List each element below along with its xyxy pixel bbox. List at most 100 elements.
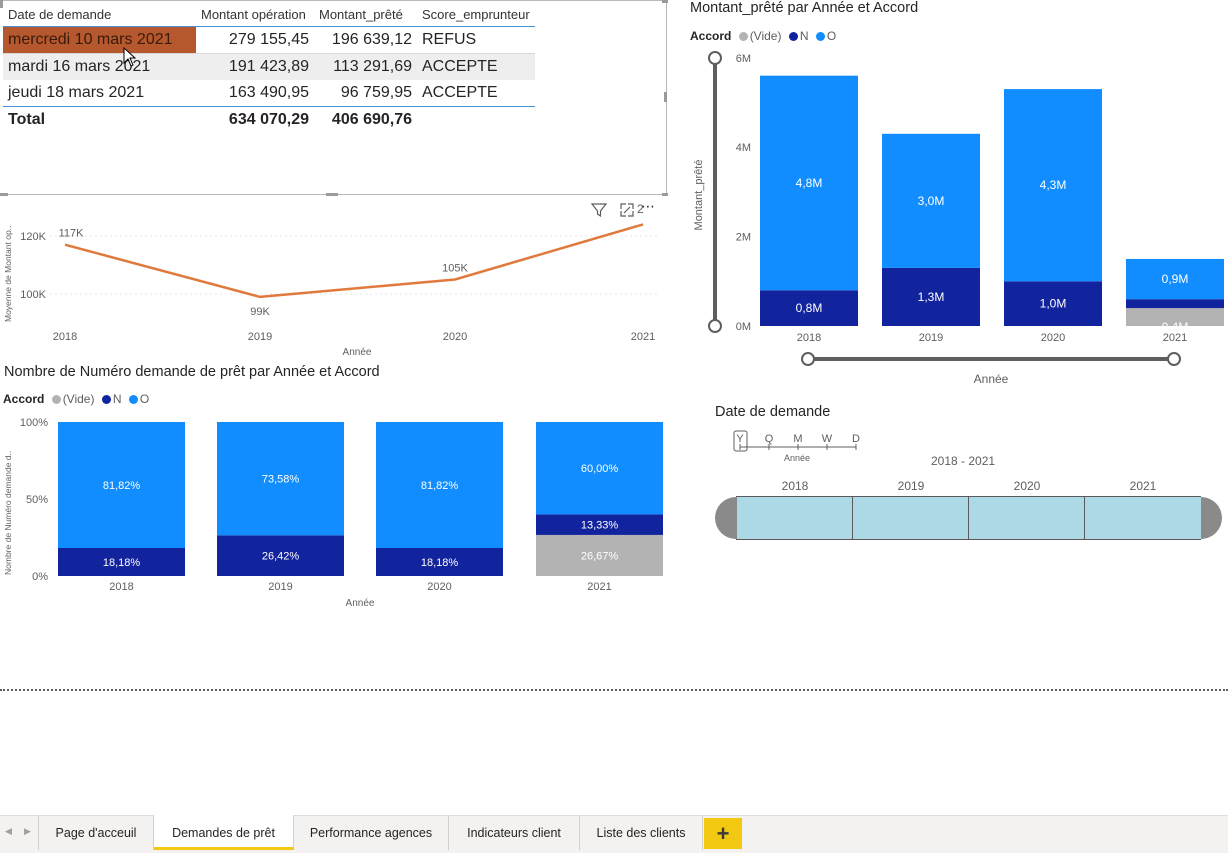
legend-item[interactable]: O — [827, 29, 836, 43]
table-row[interactable]: mardi 16 mars 2021 191 423,89 113 291,69… — [3, 54, 535, 81]
legend-item[interactable]: (Vide) — [63, 392, 95, 406]
y-tick-label: 120K — [20, 231, 46, 243]
resize-handle[interactable] — [662, 0, 668, 3]
slicer-title: Date de demande — [715, 404, 830, 420]
x-tick-label: 2018 — [53, 331, 77, 343]
legend-item[interactable]: N — [800, 29, 809, 43]
range-handle-right[interactable] — [1200, 497, 1222, 539]
timeline-year-label: 2021 — [1085, 479, 1201, 493]
legend-item[interactable]: N — [113, 392, 122, 406]
data-label: 0,8M — [796, 301, 823, 315]
range-handle-left[interactable] — [715, 497, 737, 539]
tab-scroll-left-icon[interactable]: ◀ — [5, 826, 12, 837]
resize-handle[interactable] — [326, 193, 338, 196]
data-label: 26,67% — [581, 550, 619, 562]
granularity-option-d[interactable]: D — [852, 433, 860, 445]
data-label: 105K — [442, 263, 468, 275]
granularity-option-m[interactable]: M — [793, 433, 802, 445]
tab-demandes-de-pret[interactable]: Demandes de prêt — [154, 815, 294, 850]
data-label: 99K — [250, 306, 270, 318]
avg-amount-line-chart[interactable]: 120K100K 117K99K105K2018201920202021 Moy… — [0, 200, 670, 360]
y-zoom-handle-bottom[interactable] — [709, 320, 721, 332]
loan-amount-cell[interactable]: 196 639,12 — [314, 27, 417, 54]
column-header[interactable]: Score_emprunteur — [417, 2, 535, 27]
amount-cell[interactable]: 163 490,95 — [196, 80, 314, 107]
y-tick-label: 0M — [736, 321, 751, 333]
loan-count-stacked-chart[interactable]: 100%50%0%18,18%81,82%201826,42%73,58%201… — [0, 410, 670, 615]
column-header[interactable]: Date de demande — [3, 2, 196, 27]
table-row[interactable]: mercredi 10 mars 2021 279 155,45 196 639… — [3, 27, 535, 54]
data-label: 81,82% — [421, 480, 459, 492]
x-zoom-handle-left[interactable] — [802, 353, 814, 365]
date-cell[interactable]: mardi 16 mars 2021 — [3, 54, 196, 81]
data-label: 3,0M — [918, 194, 945, 208]
y-tick-label: 0% — [32, 571, 48, 583]
timeline-cell-2018[interactable] — [737, 497, 853, 539]
x-tick-label: 2018 — [109, 581, 133, 593]
data-label: 4,8M — [796, 176, 823, 190]
score-cell[interactable]: ACCEPTE — [417, 80, 535, 107]
loan-amount-cell[interactable]: 96 759,95 — [314, 80, 417, 107]
score-cell[interactable]: ACCEPTE — [417, 54, 535, 81]
chart-title: Nombre de Numéro demande de prêt par Ann… — [4, 364, 380, 380]
date-cell[interactable]: mercredi 10 mars 2021 — [3, 27, 196, 54]
x-axis-title: Année — [974, 372, 1009, 386]
y-axis-title: Nombre de Numéro demande d.. — [3, 451, 13, 575]
data-label: 1,3M — [918, 290, 945, 304]
column-header[interactable]: Montant opération — [196, 2, 314, 27]
score-cell[interactable]: REFUS — [417, 27, 535, 54]
y-tick-label: 100K — [20, 289, 46, 301]
granularity-option-w[interactable]: W — [822, 433, 833, 445]
series-line[interactable] — [65, 224, 643, 297]
resize-handle[interactable] — [662, 193, 668, 196]
add-page-button[interactable]: + — [704, 818, 742, 849]
data-label: 26,42% — [262, 551, 300, 563]
chart-title: Montant_prêté par Année et Accord — [690, 0, 918, 16]
column-header[interactable]: Montant_prêté — [314, 2, 417, 27]
tab-liste-des-clients[interactable]: Liste des clients — [580, 815, 703, 850]
resize-handle[interactable] — [664, 92, 667, 102]
timeline-cell-2020[interactable] — [969, 497, 1085, 539]
tab-scroll-right-icon[interactable]: ▶ — [24, 826, 31, 837]
y-tick-label: 6M — [736, 53, 751, 65]
legend-item[interactable]: O — [140, 392, 149, 406]
x-axis-title: Année — [346, 598, 375, 609]
data-label: 4,3M — [1040, 178, 1067, 192]
amount-cell[interactable]: 191 423,89 — [196, 54, 314, 81]
data-label: 60,00% — [581, 463, 619, 475]
loan-amount-cell[interactable]: 113 291,69 — [314, 54, 417, 81]
date-cell[interactable]: jeudi 18 mars 2021 — [3, 80, 196, 107]
data-label: 18,18% — [421, 557, 459, 569]
tab-performance-agences[interactable]: Performance agences — [294, 815, 449, 850]
legend-title: Accord — [690, 29, 731, 43]
y-tick-label: 4M — [736, 142, 751, 154]
total-loan-amount: 406 690,76 — [314, 107, 417, 134]
tab-indicateurs-client[interactable]: Indicateurs client — [449, 815, 580, 850]
x-tick-label: 2021 — [1163, 332, 1187, 344]
loan-requests-table: Date de demande Montant opération Montan… — [3, 2, 535, 133]
legend-item[interactable]: (Vide) — [750, 29, 782, 43]
bar-segment[interactable] — [1126, 299, 1224, 308]
loan-amount-stacked-chart[interactable]: 6M 4M 2M 0M 0,8M 4,8M 2018 1,3M 3,0M 2019 1,0M 4,3M… — [690, 45, 1228, 390]
amount-cell[interactable]: 279 155,45 — [196, 27, 314, 54]
y-zoom-handle-top[interactable] — [709, 52, 721, 64]
y-tick-label: 2M — [736, 232, 751, 244]
x-zoom-handle-right[interactable] — [1168, 353, 1180, 365]
x-tick-label: 2019 — [919, 332, 943, 344]
x-tick-label: 2018 — [797, 332, 821, 344]
timeline-year-label: 2018 — [737, 479, 853, 493]
timeline-cell-2019[interactable] — [853, 497, 969, 539]
granularity-label: Année — [784, 453, 810, 463]
x-axis-title: Année — [343, 347, 372, 358]
tab-page-accueil[interactable]: Page d'acceuil — [38, 815, 154, 850]
data-label: 73,58% — [262, 474, 300, 486]
resize-handle[interactable] — [0, 193, 8, 196]
legend-dot — [52, 395, 61, 404]
granularity-option-y[interactable]: Y — [736, 433, 744, 445]
table-row[interactable]: jeudi 18 mars 2021 163 490,95 96 759,95 … — [3, 80, 535, 107]
granularity-selector[interactable]: Y Q M W D Année — [732, 430, 867, 466]
data-label: 1,0M — [1040, 297, 1067, 311]
timeline-cell-2021[interactable] — [1085, 497, 1201, 539]
x-tick-label: 2020 — [443, 331, 467, 343]
granularity-option-q[interactable]: Q — [765, 433, 774, 445]
